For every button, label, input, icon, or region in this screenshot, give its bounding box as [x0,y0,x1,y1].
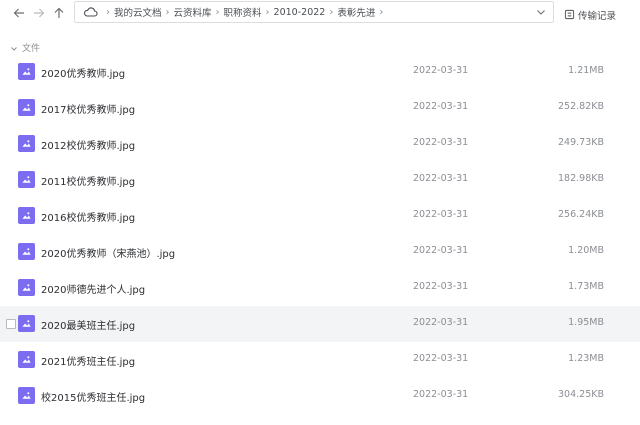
file-row[interactable]: 2011校优秀教师.jpg 2022-03-31 182.98KB [0,162,640,198]
breadcrumb-my-docs[interactable]: 我的云文档 [114,5,162,19]
file-name[interactable]: 2016校优秀教师.jpg [41,209,135,224]
address-bar[interactable]: › 我的云文档 › 云资料库 › 职称资料 › 2010-2022 › 表彰先进… [74,1,554,23]
chevron-right-icon: › [329,6,334,18]
image-file-icon [18,207,35,224]
chevron-right-icon: › [265,6,270,18]
file-row[interactable]: 2012校优秀教师.jpg 2022-03-31 249.73KB [0,126,640,162]
file-date: 2022-03-31 [413,245,469,256]
file-date: 2022-03-31 [413,317,469,328]
file-date: 2022-03-31 [413,389,469,400]
file-row[interactable]: 2020优秀教师.jpg 2022-03-31 1.21MB [0,54,640,90]
file-row[interactable]: 2021优秀班主任.jpg 2022-03-31 1.23MB [0,342,640,378]
image-file-icon [18,63,35,80]
file-name[interactable]: 2020优秀教师（宋燕池）.jpg [41,245,175,260]
file-size: 1.73MB [568,281,604,292]
file-name[interactable]: 校2015优秀班主任.jpg [41,389,145,404]
file-date: 2022-03-31 [413,65,469,76]
file-name[interactable]: 2012校优秀教师.jpg [41,137,135,152]
file-size: 182.98KB [558,173,604,184]
file-date: 2022-03-31 [413,281,469,292]
file-name[interactable]: 2020最美班主任.jpg [41,317,135,332]
cloud-icon [83,6,98,18]
file-date: 2022-03-31 [413,173,469,184]
file-size: 1.20MB [568,245,604,256]
toolbar: › 我的云文档 › 云资料库 › 职称资料 › 2010-2022 › 表彰先进… [0,0,640,26]
back-button[interactable] [10,4,28,22]
chevron-right-icon: › [106,6,110,18]
file-row[interactable]: 校2015优秀班主任.jpg 2022-03-31 304.25KB [0,378,640,414]
row-checkbox[interactable] [6,319,16,329]
breadcrumb-current[interactable]: 表彰先进 [337,5,375,19]
breadcrumb-title-materials[interactable]: 职称资料 [224,5,262,19]
arrow-up-icon [54,7,64,18]
section-label: 文件 [22,44,41,54]
image-file-icon [18,99,35,116]
file-date: 2022-03-31 [413,209,469,220]
breadcrumb-years[interactable]: 2010-2022 [274,7,326,18]
file-date: 2022-03-31 [413,137,469,148]
file-size: 1.21MB [568,65,604,76]
file-size: 304.25KB [558,389,604,400]
file-date: 2022-03-31 [413,353,469,364]
file-name[interactable]: 2021优秀班主任.jpg [41,353,135,368]
chevron-right-icon: › [165,6,170,18]
chevron-down-icon[interactable] [535,6,547,18]
file-name[interactable]: 2020师德先进个人.jpg [41,281,145,296]
breadcrumb-cloud-library[interactable]: 云资料库 [174,5,212,19]
file-date: 2022-03-31 [413,101,469,112]
file-size: 1.95MB [568,317,604,328]
image-file-icon [18,171,35,188]
chevron-right-icon: › [215,6,220,18]
file-name[interactable]: 2017校优秀教师.jpg [41,101,135,116]
file-name[interactable]: 2011校优秀教师.jpg [41,173,135,188]
file-row[interactable]: 2016校优秀教师.jpg 2022-03-31 256.24KB [0,198,640,234]
transfer-history-label: 传输记录 [578,10,617,22]
file-size: 256.24KB [558,209,604,220]
file-row[interactable]: 2020最美班主任.jpg 2022-03-31 1.95MB [0,306,640,342]
file-name[interactable]: 2020优秀教师.jpg [41,65,125,80]
image-file-icon [18,135,35,152]
transfer-history-icon [564,5,575,24]
arrow-left-icon [13,8,24,18]
file-size: 249.73KB [558,137,604,148]
file-row[interactable]: 2020优秀教师（宋燕池）.jpg 2022-03-31 1.20MB [0,234,640,270]
file-row[interactable]: 2017校优秀教师.jpg 2022-03-31 252.82KB [0,90,640,126]
image-file-icon [18,279,35,296]
image-file-icon [18,387,35,404]
arrow-right-icon [34,8,45,18]
file-list: 2020优秀教师.jpg 2022-03-31 1.21MB 2017校优秀教师.jp… [0,54,640,414]
image-file-icon [18,315,35,332]
up-button[interactable] [50,4,68,22]
chevron-right-icon: › [379,6,384,18]
image-file-icon [18,243,35,260]
file-size: 252.82KB [558,101,604,112]
forward-button[interactable] [30,4,48,22]
image-file-icon [18,351,35,368]
file-size: 1.23MB [568,353,604,364]
file-row[interactable]: 2020师德先进个人.jpg 2022-03-31 1.73MB [0,270,640,306]
transfer-history-button[interactable]: 传输记录 [564,5,616,24]
